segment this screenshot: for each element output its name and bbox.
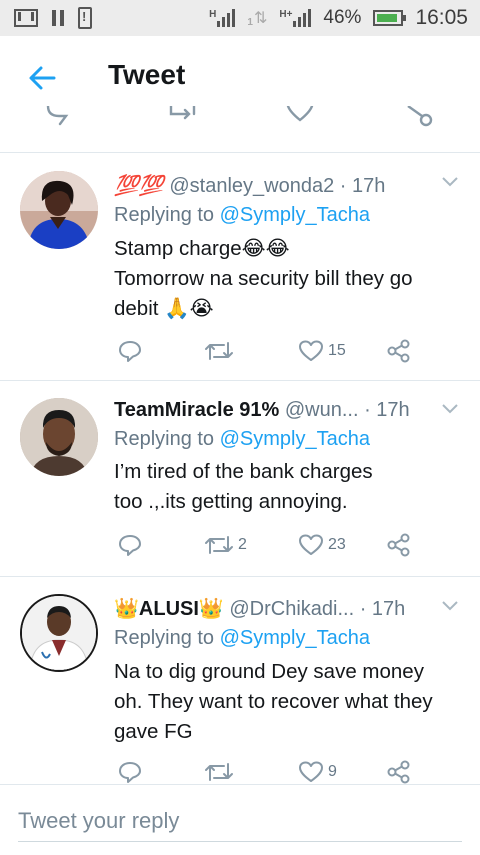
mention-link[interactable]: @Symply_Tacha: [220, 627, 370, 649]
reply-icon: [118, 339, 142, 363]
tweet-text: Na to dig ground Dey save money oh. They…: [114, 657, 464, 747]
chevron-down-icon[interactable]: [442, 402, 458, 416]
display-name[interactable]: 💯💯: [114, 175, 164, 197]
previous-tweet-actions: [0, 100, 480, 153]
tweet-text: I’m tired of the bank charges too .,.its…: [114, 457, 464, 517]
replying-label: Replying to: [114, 204, 220, 226]
heart-icon: [298, 339, 324, 363]
display-name[interactable]: 👑ALUSI👑: [114, 598, 224, 620]
like-button[interactable]: 9: [298, 760, 337, 784]
share-icon: [386, 533, 412, 557]
phone-alert-icon: [78, 7, 92, 29]
reply-button[interactable]: [118, 533, 142, 557]
tweet-text-line: too .,.its getting annoying.: [114, 490, 348, 513]
pause-notification-icon: [52, 10, 64, 26]
tweet-text-line: gave FG: [114, 720, 193, 743]
share-button[interactable]: [386, 533, 412, 557]
user-handle[interactable]: @DrChikadi...: [229, 598, 354, 620]
tweet-text: Stamp charge😂😂 Tomorrow na security bill…: [114, 234, 464, 324]
tweet-header: 👑ALUSI👑 @DrChikadi... · 17h: [114, 596, 405, 621]
clock: 16:05: [415, 6, 468, 29]
user-handle[interactable]: @wun...: [285, 399, 359, 421]
tweet-time: · 17h: [339, 175, 386, 197]
tweet-actions: 2 23: [114, 533, 424, 559]
tweet-header: TeamMiracle 91% @wun... · 17h: [114, 399, 410, 422]
mention-link[interactable]: @Symply_Tacha: [220, 204, 370, 226]
replying-to: Replying to @Symply_Tacha: [114, 428, 370, 451]
like-count: 15: [328, 342, 346, 359]
battery-percent: 46%: [323, 7, 362, 28]
retweet-button[interactable]: [204, 760, 238, 784]
back-arrow-icon[interactable]: [28, 64, 56, 92]
tweet-time: · 17h: [359, 598, 406, 620]
data-transfer-icon: 1 ⇅: [247, 10, 268, 28]
tweet-text-line: oh. They want to recover what they: [114, 690, 433, 713]
replying-label: Replying to: [114, 428, 220, 450]
like-icon[interactable]: [286, 104, 314, 131]
heart-icon: [298, 760, 324, 784]
chevron-down-icon[interactable]: [442, 175, 458, 189]
avatar[interactable]: [20, 171, 98, 249]
share-button[interactable]: [386, 760, 412, 784]
retweet-icon: [204, 533, 234, 557]
chevron-down-icon[interactable]: [442, 599, 458, 613]
reply-icon: [118, 533, 142, 557]
like-button[interactable]: 15: [298, 339, 346, 363]
reply-button[interactable]: [118, 760, 142, 784]
replying-to: Replying to @Symply_Tacha: [114, 204, 370, 227]
replying-label: Replying to: [114, 627, 220, 649]
retweet-icon: [204, 339, 234, 363]
reply-input[interactable]: [18, 801, 462, 842]
tweet-text-line: Stamp charge😂😂: [114, 237, 290, 260]
tweet-actions: 15: [114, 339, 424, 365]
tweet-text-line: I’m tired of the bank charges: [114, 460, 373, 483]
retweet-icon[interactable]: [168, 104, 200, 131]
signal-1-icon: H: [209, 9, 236, 27]
reply-icon: [118, 760, 142, 784]
replying-to: Replying to @Symply_Tacha: [114, 627, 370, 650]
share-button[interactable]: [386, 339, 412, 363]
like-count: 23: [328, 536, 346, 553]
share-icon: [386, 760, 412, 784]
tweet-text-line: debit 🙏😭: [114, 297, 214, 320]
retweet-button[interactable]: [204, 339, 238, 363]
like-button[interactable]: 23: [298, 533, 346, 557]
avatar[interactable]: [20, 594, 98, 672]
gmail-notification-icon: [14, 9, 38, 27]
retweet-count: 2: [238, 536, 247, 553]
tweet-actions: 9: [114, 760, 424, 786]
tweet-item[interactable]: TeamMiracle 91% @wun... · 17h Replying t…: [0, 380, 480, 577]
share-icon: [386, 339, 412, 363]
reply-bar: [0, 784, 480, 855]
reply-button[interactable]: [118, 339, 142, 363]
tweet-item[interactable]: 👑ALUSI👑 @DrChikadi... · 17h Replying to …: [0, 576, 480, 784]
mention-link[interactable]: @Symply_Tacha: [220, 428, 370, 450]
heart-icon: [298, 533, 324, 557]
tweet-text-line: Tomorrow na security bill they go: [114, 267, 413, 290]
retweet-icon: [204, 760, 234, 784]
reply-icon[interactable]: [46, 104, 72, 131]
tweet-time: · 17h: [364, 399, 410, 421]
display-name[interactable]: TeamMiracle 91%: [114, 399, 279, 421]
page-title: Tweet: [108, 59, 186, 90]
user-handle[interactable]: @stanley_wonda2: [169, 175, 334, 197]
avatar[interactable]: [20, 398, 98, 476]
retweet-button[interactable]: 2: [204, 533, 247, 557]
battery-icon: [373, 10, 407, 26]
tweet-item[interactable]: 💯💯 @stanley_wonda2 · 17h Replying to @Sy…: [0, 153, 480, 381]
status-bar: H 1 ⇅ H+ 46% 16:05: [0, 0, 480, 36]
tweet-text-line: Na to dig ground Dey save money: [114, 660, 424, 683]
tweet-header: 💯💯 @stanley_wonda2 · 17h: [114, 173, 385, 198]
signal-2-icon: H+: [279, 9, 312, 27]
share-icon[interactable]: [404, 105, 434, 135]
like-count: 9: [328, 763, 337, 780]
